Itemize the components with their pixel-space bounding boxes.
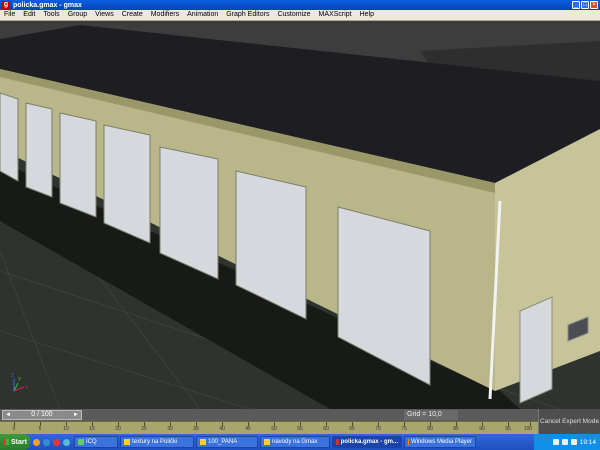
ruler-tick-label: 75: [401, 426, 407, 432]
internet-explorer-icon[interactable]: [43, 438, 50, 446]
ruler-tick-label: 30: [167, 426, 173, 432]
gmax-app-icon[interactable]: g: [2, 1, 10, 9]
cancel-expert-mode-button[interactable]: Cancel Expert Mode: [538, 409, 600, 434]
garage-door: [59, 112, 97, 218]
ruler-tick-label: 40: [219, 426, 225, 432]
ruler-tick-label: 15: [89, 426, 95, 432]
menu-help[interactable]: Help: [356, 10, 378, 20]
garage-door: [0, 92, 19, 182]
folder-icon: [264, 439, 270, 445]
security-icon[interactable]: [570, 439, 577, 445]
windows-logo-icon: [3, 439, 9, 445]
task-buttons: ICQ textury na Polički 100_PANA navody n…: [74, 436, 476, 448]
ruler-tick-label: 85: [453, 426, 459, 432]
maximize-button[interactable]: □: [581, 1, 589, 9]
side-door: [519, 296, 553, 404]
ruler-tick-label: 65: [349, 426, 355, 432]
menu-animation[interactable]: Animation: [183, 10, 222, 20]
firefox-icon[interactable]: [33, 438, 40, 446]
ruler-tick-label: 100: [523, 426, 533, 432]
axis-z-label: Z: [11, 373, 14, 379]
skype-icon[interactable]: [63, 438, 70, 446]
ruler-tick-label: 20: [115, 426, 121, 432]
task-label: 100_PANA: [208, 439, 238, 445]
garage-door: [25, 102, 53, 198]
task-media-player[interactable]: Windows Media Player: [404, 436, 476, 448]
ruler-tick-label: 10: [63, 426, 69, 432]
gmax-icon: [336, 439, 339, 445]
frame-ruler[interactable]: 0 5 10 15 20 25 30 35 40 45 50 55 60 65 …: [0, 421, 538, 434]
ruler-tick-label: 80: [427, 426, 433, 432]
task-label: navody na Gmax: [272, 439, 318, 445]
ruler-tick-label: 0: [12, 426, 16, 432]
start-label: Start: [11, 438, 27, 446]
ruler-tick-label: 50: [271, 426, 277, 432]
window-title: policka.gmax - gmax: [13, 1, 82, 9]
time-slider[interactable]: ◄ 0 / 100 ►: [2, 410, 82, 420]
task-label: textury na Polički: [132, 439, 178, 445]
menu-file[interactable]: File: [0, 10, 19, 20]
garage-door: [103, 124, 151, 244]
start-button[interactable]: Start: [0, 434, 30, 450]
folder-icon: [124, 439, 130, 445]
viewport-scene[interactable]: X Y Z: [0, 21, 600, 409]
ruler-tick-label: 60: [323, 426, 329, 432]
task-textury[interactable]: textury na Polički: [120, 436, 194, 448]
menu-create[interactable]: Create: [118, 10, 147, 20]
ruler-tick-label: 35: [193, 426, 199, 432]
task-label: Windows Media Player: [410, 439, 472, 445]
opera-icon[interactable]: [53, 438, 60, 446]
menu-maxscript[interactable]: MAXScript: [315, 10, 356, 20]
task-navody[interactable]: navody na Gmax: [260, 436, 330, 448]
menu-group[interactable]: Group: [64, 10, 91, 20]
ruler-tick-label: 45: [245, 426, 251, 432]
ruler-tick-label: 90: [479, 426, 485, 432]
menu-views[interactable]: Views: [91, 10, 118, 20]
task-label: policka.gmax - gm...: [340, 439, 398, 445]
system-tray: 19:14: [534, 434, 600, 450]
ruler-tick-label: 95: [505, 426, 511, 432]
task-gmax[interactable]: policka.gmax - gm...: [332, 436, 402, 448]
menu-bar: File Edit Tools Group Views Create Modif…: [0, 10, 600, 21]
volume-icon[interactable]: [561, 439, 568, 445]
menu-tools[interactable]: Tools: [39, 10, 63, 20]
clock[interactable]: 19:14: [580, 439, 596, 446]
menu-modifiers[interactable]: Modifiers: [147, 10, 183, 20]
ruler-tick-label: 70: [375, 426, 381, 432]
task-icq[interactable]: ICQ: [74, 436, 118, 448]
grid-readout: Grid = 10,0: [404, 410, 458, 420]
ruler-tick-label: 25: [141, 426, 147, 432]
folder-icon: [200, 439, 206, 445]
time-prev-icon[interactable]: ◄: [5, 411, 11, 419]
close-button[interactable]: ×: [590, 1, 598, 9]
minimize-button[interactable]: _: [572, 1, 580, 9]
time-slider-label: 0 / 100: [31, 411, 53, 418]
menu-customize[interactable]: Customize: [273, 10, 314, 20]
title-bar[interactable]: g policka.gmax - gmax _ □ ×: [0, 0, 600, 10]
icq-icon: [78, 439, 84, 445]
media-player-icon: [408, 439, 409, 445]
perspective-viewport[interactable]: X Y Z: [0, 21, 600, 409]
task-label: ICQ: [86, 439, 97, 445]
ruler-tick-label: 5: [38, 426, 42, 432]
windows-taskbar: Start ICQ textury na Polički 100_PANA na…: [0, 434, 600, 450]
time-next-icon[interactable]: ►: [73, 411, 79, 419]
menu-graph-editors[interactable]: Graph Editors: [222, 10, 273, 20]
task-100-pana[interactable]: 100_PANA: [196, 436, 258, 448]
network-icon[interactable]: [552, 439, 559, 445]
menu-edit[interactable]: Edit: [19, 10, 39, 20]
ruler-tick-label: 55: [297, 426, 303, 432]
time-slider-track[interactable]: ◄ 0 / 100 ► Grid = 10,0: [0, 409, 600, 421]
window-controls: _ □ ×: [572, 1, 598, 9]
